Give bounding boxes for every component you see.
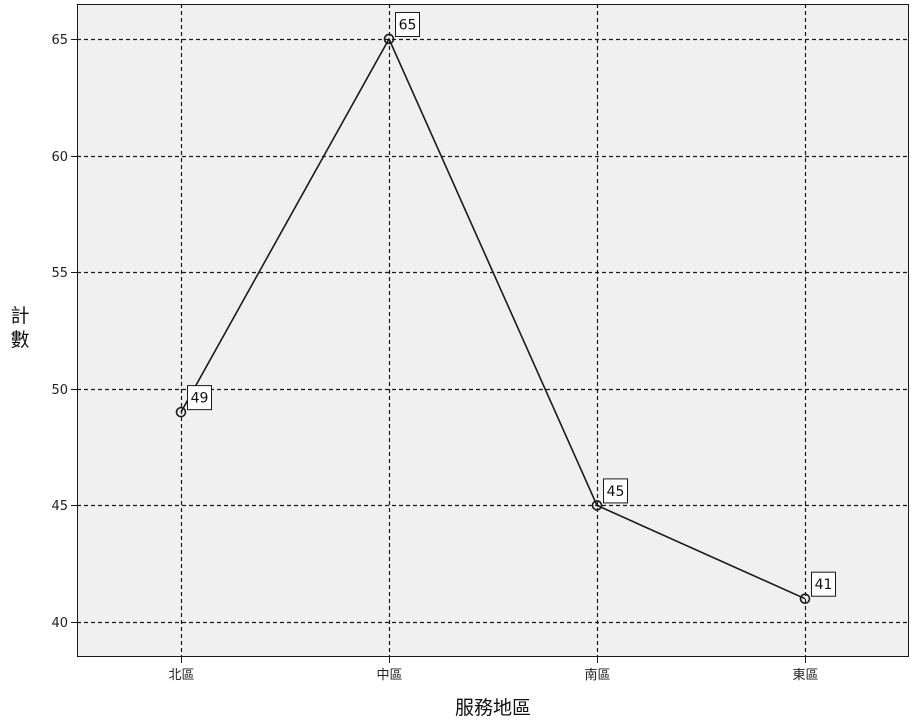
x-axis-ticks: 北區 中區 南區 東區 [168,657,819,683]
data-label: 65 [399,17,417,33]
y-axis-ticks: 40 45 50 55 60 65 [51,33,77,631]
y-tick-label: 45 [51,499,68,514]
x-tick-label: 南區 [584,667,610,683]
data-label: 45 [607,484,625,500]
x-tick-label: 中區 [376,668,402,683]
y-tick-label: 65 [51,33,68,48]
data-label: 41 [815,577,833,593]
y-axis-title-char-2: 數 [10,329,29,351]
data-label: 49 [191,391,209,407]
x-axis-title: 服務地區 [455,697,531,719]
y-tick-label: 55 [51,266,68,281]
y-tick-label: 50 [51,383,68,398]
line-chart: 40 45 50 55 60 65 北區 中區 南區 東區 49 65 45 41 服務地區 計 數 [10,4,909,719]
chart-container: 40 45 50 55 60 65 北區 中區 南區 東區 49 65 45 41 服務地區 計 數 [0,0,919,726]
y-tick-label: 60 [51,150,68,165]
plot-background [77,4,909,657]
y-axis-title-char-1: 計 [10,305,29,327]
x-tick-label: 北區 [168,668,194,683]
x-tick-label: 東區 [792,667,818,683]
y-tick-label: 40 [51,616,68,631]
